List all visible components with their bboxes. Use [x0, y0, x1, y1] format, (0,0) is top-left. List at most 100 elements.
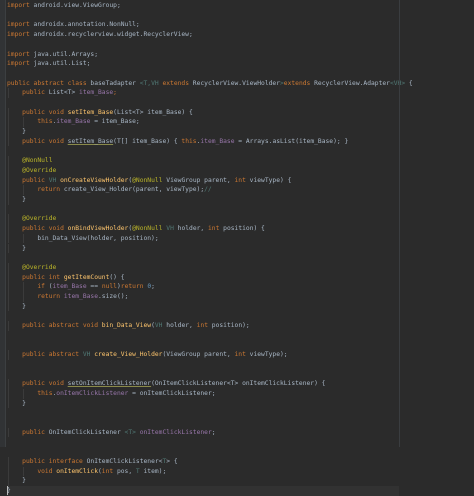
code-token: create_View_Holder	[94, 351, 163, 359]
code-line[interactable]: }	[7, 301, 26, 312]
code-token: int	[101, 467, 114, 475]
code-token: VH	[44, 176, 61, 184]
indent-guide	[8, 214, 9, 225]
code-token: ;	[113, 89, 117, 97]
code-token: setItem_Base	[67, 108, 114, 116]
code-line[interactable]: public VH onCreateViewHolder(@NonNull Vi…	[7, 175, 292, 186]
code-token: (List<T> item_Base) {	[113, 108, 193, 116]
code-line[interactable]: import android.view.ViewGroup;	[7, 1, 121, 11]
code-token: public	[7, 89, 45, 97]
code-token: if	[7, 283, 45, 291]
code-token: java.util.Arrays;	[29, 50, 98, 58]
code-token: }	[7, 196, 26, 203]
code-token: public	[7, 428, 45, 436]
indent-guide	[8, 398, 9, 409]
code-line[interactable]: }	[7, 195, 26, 205]
code-token: {	[405, 79, 413, 87]
code-line[interactable]: bin_Data_View(holder, position);	[7, 233, 159, 244]
code-token: asList	[272, 137, 296, 145]
code-token: ;	[151, 283, 155, 291]
code-token: VH	[162, 225, 174, 233]
code-line[interactable]: this.item_Base = item_Base;	[7, 117, 140, 128]
code-token: public void	[7, 108, 64, 116]
code-line[interactable]: public void setOnItemClickListener(OnIte…	[7, 379, 325, 389]
code-line[interactable]: public abstract void bin_Data_View(VH ho…	[7, 321, 250, 331]
code-token: int	[196, 322, 208, 330]
code-line[interactable]: return item_Base.size();	[7, 292, 128, 302]
indent-guide	[8, 185, 9, 195]
code-token: import	[7, 31, 30, 39]
code-line[interactable]: import java.util.Arrays;	[7, 50, 98, 60]
code-token: @NonNull	[132, 176, 163, 184]
code-line[interactable]: }	[7, 476, 26, 486]
code-token: viewType) {	[245, 176, 292, 184]
code-line[interactable]: }	[7, 127, 26, 137]
indent-guide	[8, 127, 9, 137]
code-token: import	[7, 60, 30, 68]
indent-guide	[8, 272, 9, 283]
code-line[interactable]: }	[7, 398, 26, 409]
code-line[interactable]: }	[7, 486, 399, 496]
code-line[interactable]: this.onItemClickListener = onItemClickLi…	[7, 389, 216, 399]
code-line[interactable]: @Override	[7, 262, 56, 273]
code-token: > {	[166, 457, 178, 465]
code-token: (OnItemClickListener<T> onItemClickListe…	[151, 380, 326, 388]
code-line[interactable]: public interface OnItemClickListener<T> …	[7, 456, 178, 467]
code-line[interactable]: public List<T> item_Base;	[7, 88, 117, 98]
indent-guide	[8, 456, 9, 467]
code-token: baseTadapter	[86, 79, 140, 87]
code-line[interactable]: public void onBindViewHolder(@NonNull VH…	[7, 224, 265, 234]
code-token: this	[7, 118, 53, 126]
indent-guide	[8, 379, 9, 389]
code-line[interactable]: return create_View_Holder(parent, viewTy…	[7, 185, 212, 195]
code-line[interactable]: @NonNull	[7, 156, 53, 166]
code-token: androidx.recyclerview.widget.RecyclerVie…	[29, 31, 193, 39]
indent-guide	[23, 466, 25, 477]
code-line[interactable]: public void setItem_Base(List<T> item_Ba…	[7, 107, 193, 118]
code-line[interactable]: import java.util.List;	[7, 59, 90, 69]
code-line[interactable]: import androidx.recyclerview.widget.Recy…	[7, 30, 193, 40]
code-line[interactable]: @Override	[7, 214, 56, 225]
code-token: item_Base	[200, 137, 235, 145]
code-token: public abstract	[7, 351, 80, 359]
indent-guide	[8, 321, 9, 331]
code-token: }	[7, 128, 26, 136]
code-area[interactable]: import android.view.ViewGroup; import and…	[7, 0, 413, 496]
code-token: () {	[109, 273, 125, 281]
code-line[interactable]: @Override	[7, 165, 56, 176]
code-token: androidx.annotation.NonNull;	[29, 21, 140, 29]
code-line[interactable]: public void setItem_Base(T[] item_Base) …	[7, 136, 348, 147]
code-token: extends	[283, 79, 311, 87]
code-token: item_Base	[63, 293, 98, 300]
code-token: android.view.ViewGroup;	[29, 2, 121, 9]
code-token: ViewGroup parent,	[162, 176, 235, 184]
code-editor[interactable]: import android.view.ViewGroup; import and…	[0, 0, 474, 496]
code-token: RecyclerView.Adapter	[310, 79, 390, 87]
code-line[interactable]: if (item_Base == null)return 0;	[7, 282, 155, 292]
code-line[interactable]: public int getItemCount() {	[7, 272, 125, 283]
code-token: public void	[7, 225, 64, 233]
code-token: onBindViewHolder	[67, 225, 129, 233]
code-token: //	[204, 186, 212, 194]
code-token: (T[] item_Base) {	[113, 137, 182, 145]
code-token: int	[207, 225, 220, 233]
indent-guide	[8, 292, 9, 302]
code-line[interactable]: public abstract VH create_View_Holder(Vi…	[7, 350, 288, 360]
indent-guide	[8, 175, 9, 186]
code-token: }	[7, 399, 26, 407]
code-token: create_View_Holder(parent, viewType);	[60, 186, 205, 194]
code-line[interactable]: public abstract class baseTadapter <T,VH…	[7, 79, 413, 89]
code-line[interactable]: import androidx.annotation.NonNull;	[7, 20, 140, 30]
code-token: <VH>	[389, 79, 406, 87]
indent-guide	[23, 282, 25, 292]
code-line[interactable]: void onItemClick(int pos, T item);	[7, 466, 166, 477]
code-line[interactable]: }	[7, 243, 26, 254]
code-line[interactable]: public OnItemClickListener <T> onItemCli…	[7, 427, 216, 438]
code-token: int	[234, 176, 246, 184]
indent-guide	[8, 282, 9, 292]
code-token: @NonNull	[132, 225, 163, 233]
indent-guide	[8, 88, 9, 98]
code-token: position) {	[219, 225, 265, 233]
code-token: public abstract class	[7, 79, 87, 87]
code-token: holder,	[173, 225, 208, 233]
